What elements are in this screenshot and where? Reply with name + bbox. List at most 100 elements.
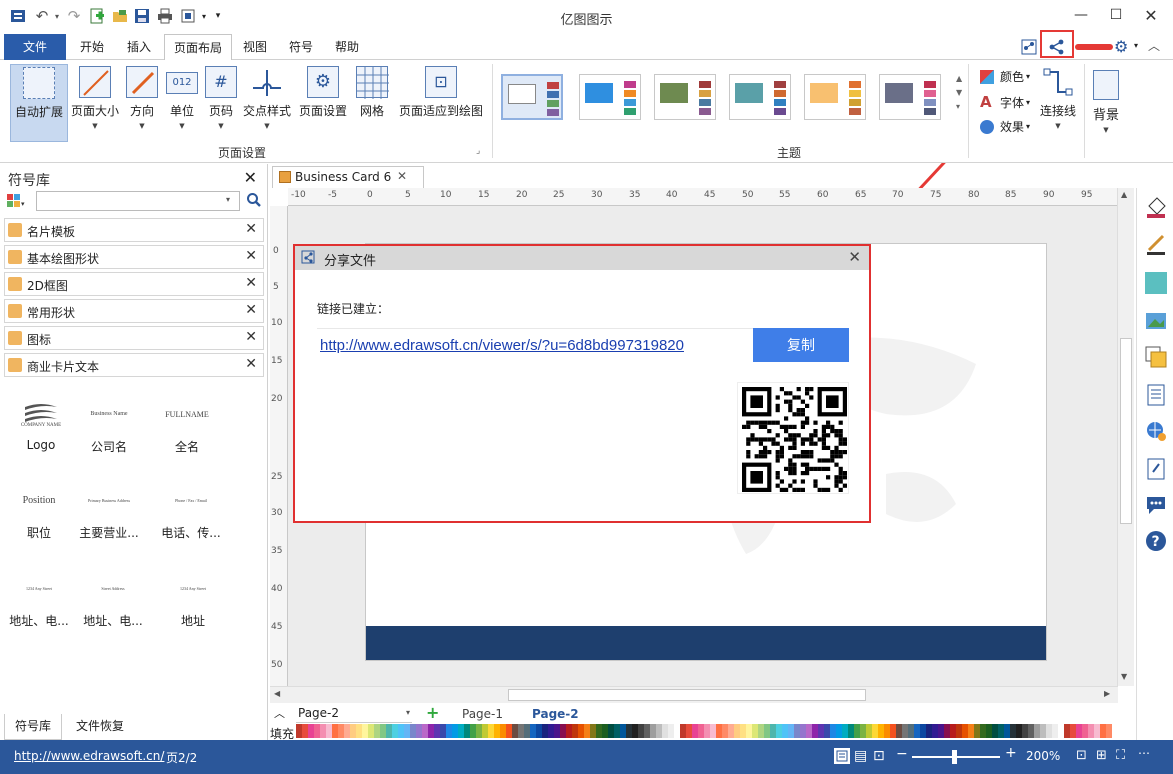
menu-tab-help[interactable]: 帮助 [325,34,369,60]
library-item[interactable]: 图标 ✕ [4,326,264,350]
menu-tab-insert[interactable]: 插入 [117,34,161,60]
remove-library-icon[interactable]: ✕ [245,356,257,372]
unit-button[interactable]: 012 单位 ▼ [164,66,200,130]
remove-library-icon[interactable]: ✕ [245,275,257,291]
scroll-down-icon[interactable]: ▼ [1121,672,1127,681]
theme-option-5[interactable] [804,74,866,120]
layers-icon[interactable] [1145,346,1167,368]
comment-icon[interactable] [1145,494,1167,516]
shape-logo[interactable]: COMPANY NAME Logo [2,392,80,452]
vertical-scroll-thumb[interactable] [1120,338,1132,524]
scroll-up-icon[interactable]: ▲ [1121,190,1127,199]
color-swatches[interactable] [296,724,1112,738]
copy-button[interactable]: 复制 [753,328,849,362]
minimize-icon[interactable]: — [1066,4,1096,26]
document-tab[interactable]: Business Card 6 ✕ [272,166,424,188]
document-outline-icon[interactable] [1145,384,1167,406]
library-item[interactable]: 名片模板 ✕ [4,218,264,242]
maximize-icon[interactable]: ☐ [1101,4,1131,26]
zoom-slider[interactable] [912,750,1000,764]
tab-symbol-library[interactable]: 符号库 [4,714,62,740]
menu-tab-page-layout[interactable]: 页面布局 [164,34,232,61]
scroll-left-icon[interactable]: ◀ [274,689,280,698]
shape-address-phone-1[interactable]: 1234 Any Street 地址、电... [0,566,78,629]
library-item[interactable]: 2D框图 ✕ [4,272,264,296]
zoom-out-icon[interactable]: − [896,746,908,762]
fit-page-icon[interactable]: ⊡ [1076,748,1087,763]
shape-primary-address[interactable]: Primary Business Address 主要营业... [70,478,148,541]
search-dropdown-icon[interactable]: ▾ [226,195,230,204]
tab-file-recovery[interactable]: 文件恢复 [66,714,134,740]
page-tab-1[interactable]: Page-1 [462,707,503,721]
shape-phone-fax[interactable]: Phone / Fax / Email 电话、传... [152,478,230,541]
remove-library-icon[interactable]: ✕ [245,329,257,345]
theme-effect-button[interactable]: 效果 ▾ [980,118,1030,135]
fit-width-icon[interactable]: ⊞ [1096,748,1107,763]
vertical-scrollbar[interactable]: ▲ ▼ [1117,188,1134,686]
zoom-in-icon[interactable]: + [1005,745,1017,761]
attachment-icon[interactable] [1145,458,1167,480]
page-tab-2[interactable]: Page-2 [532,707,579,721]
menu-tab-home[interactable]: 开始 [70,34,114,60]
hyperlink-globe-icon[interactable] [1145,420,1167,442]
library-item[interactable]: 基本绘图形状 ✕ [4,245,264,269]
theme-option-2[interactable] [579,74,641,120]
library-item[interactable]: 商业卡片文本 ✕ [4,353,264,377]
page-setup-button[interactable]: ⚙ 页面设置 [296,66,350,119]
add-page-icon[interactable]: + [426,703,439,722]
zoom-slider-thumb[interactable] [952,750,957,764]
menu-tab-symbol[interactable]: 符号 [279,34,323,60]
settings-dropdown-icon[interactable]: ▾ [1134,41,1138,50]
horizontal-scrollbar[interactable]: ◀ ▶ [270,686,1118,703]
shape-address[interactable]: 1234 Any Street 地址 [154,566,232,629]
shape-position[interactable]: Position 职位 [0,478,78,541]
fill-bucket-icon[interactable] [1145,196,1167,218]
image-icon[interactable] [1145,310,1167,332]
theme-option-3[interactable] [654,74,716,120]
theme-option-1[interactable] [501,74,563,120]
library-search-input[interactable] [36,191,240,211]
shape-company-name[interactable]: Business Name 公司名 [70,392,148,455]
orientation-button[interactable]: 方向 ▼ [122,66,162,130]
page-setup-launcher-icon[interactable]: ⌟ [476,146,480,156]
collapse-ribbon-icon[interactable]: ︿ [1148,37,1160,54]
menu-file[interactable]: 文件 [4,34,66,60]
line-pen-icon[interactable] [1145,234,1167,256]
search-icon[interactable] [246,192,262,208]
share-link[interactable]: http://www.edrawsoft.cn/viewer/s/?u=6d8b… [320,337,684,354]
dialog-close-icon[interactable]: ✕ [848,248,861,266]
close-window-icon[interactable]: ✕ [1136,4,1166,26]
shape-full-name[interactable]: FULLNAME 全名 [148,392,226,455]
view-normal-icon[interactable] [834,748,850,764]
theme-option-4[interactable] [729,74,791,120]
grid-button[interactable]: 网格 [354,66,390,119]
remove-library-icon[interactable]: ✕ [245,248,257,264]
full-screen-icon[interactable]: ⛶ [1116,748,1125,763]
remove-library-icon[interactable]: ✕ [245,221,257,237]
view-presentation-icon[interactable]: ⊡ [873,748,885,764]
page-number-button[interactable]: # 页码 ▼ [202,66,240,130]
more-status-icon[interactable]: ⋯ [1138,746,1150,760]
menu-tab-view[interactable]: 视图 [235,34,275,60]
help-icon[interactable]: ? [1145,530,1167,552]
shadow-icon[interactable] [1145,272,1167,294]
auto-expand-button[interactable]: 自动扩展 [10,64,68,142]
close-panel-icon[interactable]: ✕ [244,168,257,187]
collapse-pages-icon[interactable]: ︿ [274,705,285,721]
jump-style-button[interactable]: 交点样式 ▼ [240,66,294,130]
view-page-icon[interactable]: ▤ [854,748,867,764]
website-link[interactable]: http://www.edrawsoft.cn/ [14,749,164,763]
link-field[interactable]: http://www.edrawsoft.cn/viewer/s/?u=6d8b… [317,328,753,362]
theme-color-button[interactable]: 颜色 ▾ [980,68,1030,85]
remove-library-icon[interactable]: ✕ [245,302,257,318]
theme-font-button[interactable]: A 字体 ▾ [980,93,1030,111]
library-category-icon[interactable]: ▾ [6,192,26,210]
close-document-icon[interactable]: ✕ [397,169,407,183]
scroll-right-icon[interactable]: ▶ [1104,689,1110,698]
theme-gallery-scroll[interactable]: ▲ ▼ ▾ [956,72,962,114]
background-button[interactable]: 背景 ▼ [1090,66,1122,134]
theme-option-6[interactable] [879,74,941,120]
page-size-button[interactable]: 页面大小 ▼ [70,66,120,130]
connector-button[interactable]: 连接线 ▼ [1036,66,1080,130]
shape-address-phone-2[interactable]: Street Address 地址、电... [74,566,152,629]
